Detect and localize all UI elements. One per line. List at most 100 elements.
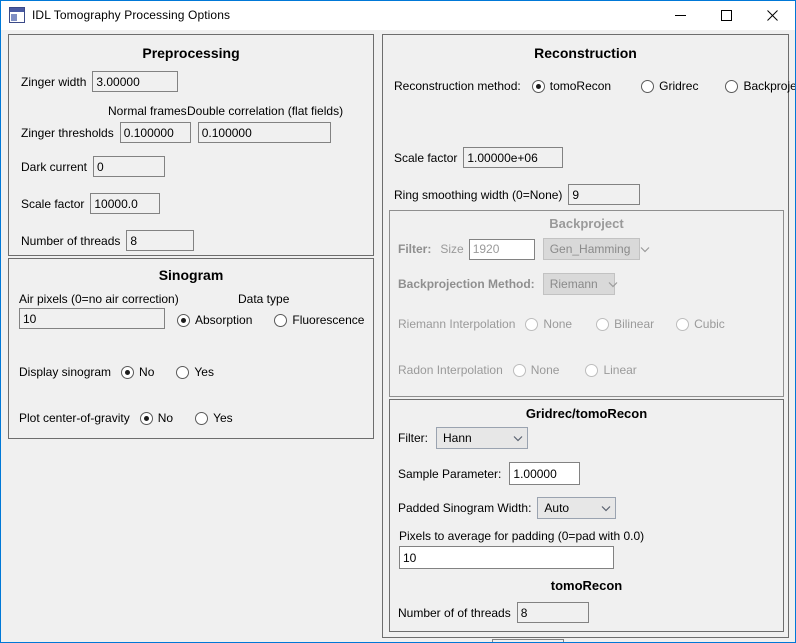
reconstruction-method-option-tomorecon[interactable]: tomoRecon [531,79,612,93]
riemann-interpolation-label: Riemann Interpolation [398,317,516,331]
backprojection-method-value: Riemann [549,277,598,291]
preprocessing-scale-factor-input[interactable] [90,193,161,214]
gridrec-filter-value: Hann [443,431,472,445]
reconstruction-panel: Reconstruction Reconstruction method: to… [382,34,795,642]
reconstruction-scale-factor-label: Scale factor [394,150,458,165]
reconstruction-method-option-backproject-label: Backproject [743,79,795,93]
tomorecon-threads-label: Number of of threads [398,605,511,620]
zinger-thresholds-row: Zinger thresholds [21,122,331,143]
padded-sinogram-width-row: Padded Sinogram Width: Auto [398,497,617,519]
ring-smoothing-label: Ring smoothing width (0=None) [394,187,563,202]
title-bar: IDL Tomography Processing Options [1,1,795,30]
radio-dot-icon [274,313,288,327]
chevron-down-icon [608,277,618,291]
plot-cog-option-no-label: No [157,411,174,425]
radio-dot-icon [177,313,190,327]
radio-dot-icon [641,79,655,93]
zinger-threshold-normal-input[interactable] [119,122,191,143]
riemann-interpolation-option-bilinear[interactable]: Bilinear [596,317,654,331]
maximize-button[interactable] [703,1,749,30]
data-type-radio-group: Absorption Fluorescence [177,313,364,327]
radon-interpolation-option-none[interactable]: None [512,363,560,377]
tomorecon-title: tomoRecon [550,578,623,593]
zinger-thresholds-label: Zinger thresholds [21,125,114,140]
reconstruction-title: Reconstruction [534,45,637,61]
backproject-panel: Backproject Filter: Size Gen_Hamming [389,210,784,397]
air-pixels-label: Air pixels (0=no air correction) [19,292,179,306]
display-sinogram-row: Display sinogram No Yes [19,365,214,379]
riemann-interpolation-option-none[interactable]: None [525,317,572,331]
minimize-button[interactable] [657,1,703,30]
riemann-interpolation-option-bilinear-label: Bilinear [614,317,655,331]
radon-interpolation-option-linear-label: Linear [603,363,637,377]
plot-cog-option-yes[interactable]: Yes [195,411,233,425]
data-type-option-absorption-label: Absorption [195,313,253,327]
plot-cog-option-no[interactable]: No [139,411,174,425]
display-sinogram-option-yes[interactable]: Yes [176,365,214,379]
data-type-option-fluorescence-label: Fluorescence [292,313,365,327]
data-type-option-absorption[interactable]: Absorption [177,313,252,327]
chevron-down-icon [640,242,650,256]
reconstruction-method-option-gridrec[interactable]: Gridrec [641,79,698,93]
sample-parameter-row: Sample Parameter: [398,462,581,485]
radio-dot-icon [596,317,610,331]
plot-cog-row: Plot center-of-gravity No Yes [19,411,233,425]
sample-parameter-label: Sample Parameter: [398,466,502,481]
radon-interpolation-row: Radon Interpolation None Linear [398,363,637,377]
chevron-down-icon [513,431,523,445]
data-type-option-fluorescence[interactable]: Fluorescence [274,313,364,327]
zinger-width-input[interactable] [92,71,179,92]
zinger-threshold-double-input[interactable] [197,122,331,143]
reconstruction-scale-factor-input[interactable] [463,147,564,168]
sample-parameter-input[interactable] [509,462,581,485]
radio-dot-icon [676,317,690,331]
dark-current-input[interactable] [93,156,166,177]
preprocessing-scale-factor-label: Scale factor [21,196,85,211]
sinogram-panel: Sinogram Air pixels (0=no air correction… [8,258,374,439]
slices-per-chunk-input[interactable] [492,639,565,642]
zinger-width-label: Zinger width [21,74,87,89]
double-correlation-label: Double correlation (flat fields) [187,104,344,118]
gridrec-filter-label: Filter: [398,431,428,445]
reconstruction-scale-factor-row: Scale factor [394,147,564,168]
slices-per-chunk-row: Slices per chunk [398,639,565,642]
ring-smoothing-input[interactable] [568,184,641,205]
radio-dot-icon [121,365,135,379]
gridrec-filter-row: Filter: Hann [398,427,528,449]
normal-frames-header: Normal frames [108,104,187,118]
gridrec-title: Gridrec/tomoRecon [525,406,648,421]
padded-sinogram-width-label: Padded Sinogram Width: [398,501,532,515]
backproject-filter-label: Filter: [398,242,432,256]
display-sinogram-option-yes-label: Yes [194,365,214,379]
backproject-filter-type-dropdown[interactable]: Gen_Hamming [542,238,650,260]
window-controls [657,1,795,30]
reconstruction-method-option-backproject[interactable]: Backproject [725,79,795,93]
backprojection-method-label: Backprojection Method: [398,277,535,291]
gridrec-filter-dropdown[interactable]: Hann [436,427,528,449]
padded-sinogram-width-dropdown[interactable]: Auto [537,497,617,519]
preprocessing-threads-input[interactable] [126,230,195,251]
backproject-filter-size-label: Size [440,242,464,256]
normal-frames-label: Normal frames [108,104,187,118]
backprojection-method-dropdown[interactable]: Riemann [542,273,618,295]
riemann-interpolation-option-cubic[interactable]: Cubic [676,317,725,331]
backproject-filter-size-input[interactable] [468,238,535,260]
backproject-filter-row: Filter: Size Gen_Hamming [398,238,650,260]
radon-interpolation-option-linear[interactable]: Linear [585,363,637,377]
data-type-label: Data type [238,292,290,306]
display-sinogram-option-no[interactable]: No [121,365,154,379]
application-window: IDL Tomography Processing Options Prepro… [0,0,796,643]
pixels-to-average-label: Pixels to average for padding (0=pad wit… [399,529,645,543]
data-type-label-row: Data type [238,292,289,306]
close-button[interactable] [749,1,795,30]
preprocessing-threads-row: Number of threads [21,230,195,251]
gridrec-tomorecon-panel: Gridrec/tomoRecon Filter: Hann Sample Pa… [389,399,784,642]
radon-interpolation-option-none-label: None [530,363,560,377]
pixels-to-average-input[interactable] [399,546,614,569]
reconstruction-method-option-tomorecon-label: tomoRecon [549,79,612,93]
radio-dot-icon [139,411,153,425]
tomorecon-threads-input[interactable] [516,602,589,623]
air-pixels-input[interactable] [19,308,165,329]
pixels-to-average-label-row: Pixels to average for padding (0=pad wit… [399,529,644,543]
plot-cog-option-yes-label: Yes [213,411,233,425]
